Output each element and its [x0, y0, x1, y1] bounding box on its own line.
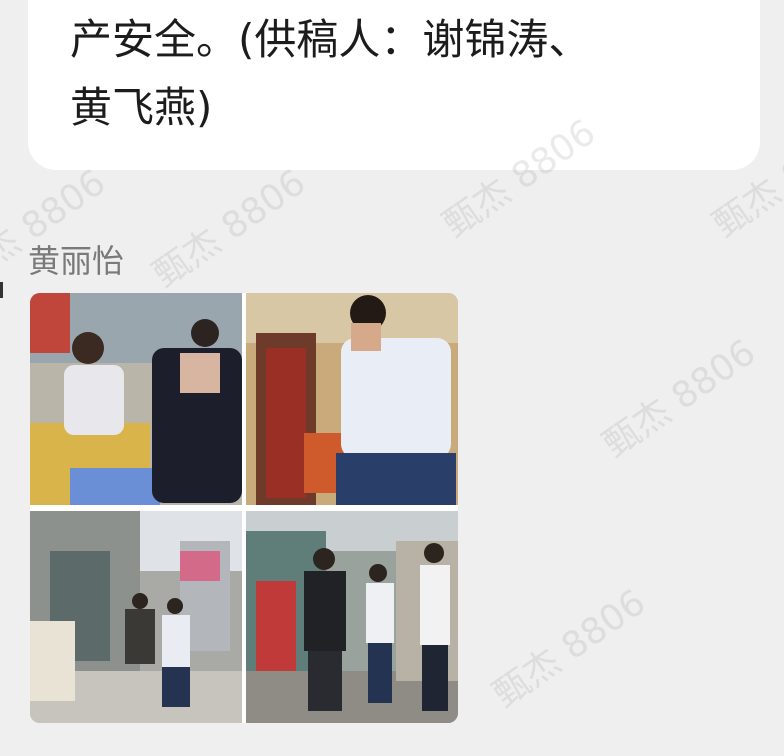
message-line-1: 产安全。(供稿人：谢锦涛、	[70, 15, 591, 64]
image-grid[interactable]	[30, 293, 458, 723]
photo-thumbnail[interactable]	[30, 511, 242, 723]
watermark: 甄杰 8806	[486, 581, 653, 716]
sender-name: 黄丽怡	[28, 242, 125, 280]
photo-image	[30, 511, 242, 723]
edge-marker	[0, 282, 3, 298]
photo-image	[30, 293, 242, 505]
message-line-2: 黄飞燕)	[70, 83, 213, 132]
photo-thumbnail[interactable]	[246, 293, 458, 505]
photo-thumbnail[interactable]	[246, 511, 458, 723]
watermark: 甄杰 8806	[596, 331, 763, 466]
watermark: 甄杰 8806	[146, 161, 313, 296]
photo-thumbnail[interactable]	[30, 293, 242, 505]
message-text: 产安全。(供稿人：谢锦涛、 黄飞燕)	[70, 6, 710, 142]
photo-image	[246, 293, 458, 505]
photo-image	[246, 511, 458, 723]
